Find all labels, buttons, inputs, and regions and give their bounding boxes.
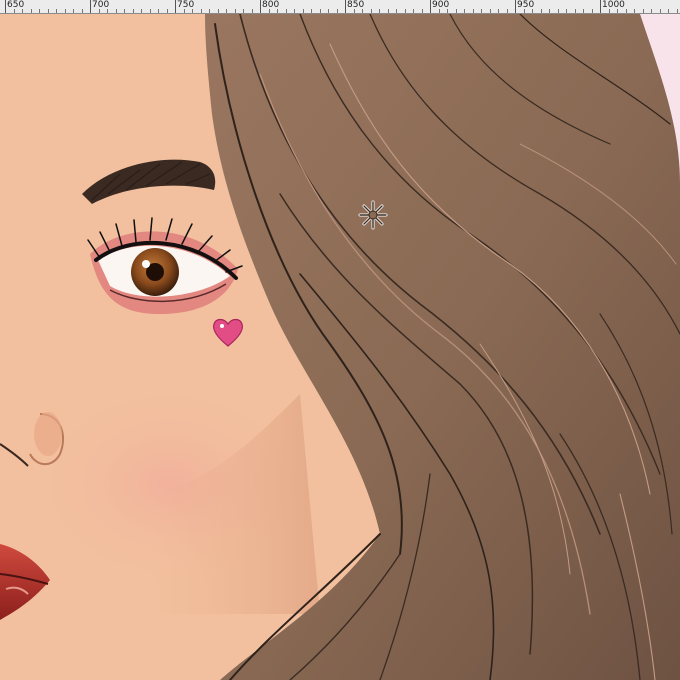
ruler-minor-tick bbox=[107, 9, 108, 13]
eye-highlight bbox=[142, 260, 150, 268]
ruler-minor-tick bbox=[473, 9, 474, 13]
ruler-minor-tick bbox=[31, 9, 32, 13]
ruler-minor-tick bbox=[371, 9, 372, 13]
ruler-minor-tick bbox=[660, 9, 661, 13]
ruler-minor-tick bbox=[354, 9, 355, 13]
ruler-minor-tick bbox=[65, 9, 66, 13]
ruler-minor-tick bbox=[303, 9, 304, 13]
ruler-minor-tick bbox=[14, 9, 15, 13]
ruler-minor-tick bbox=[201, 9, 202, 13]
ruler-label-1000: 1000 bbox=[602, 0, 625, 10]
ruler-minor-tick bbox=[634, 9, 635, 13]
ruler-minor-tick bbox=[388, 9, 389, 13]
canvas-window: 650 700 750 800 850 900 950 1000 bbox=[0, 0, 680, 680]
ruler-minor-tick bbox=[235, 9, 236, 13]
ruler-minor-tick bbox=[566, 9, 567, 13]
ruler-minor-tick bbox=[22, 9, 23, 13]
ruler-minor-tick bbox=[294, 9, 295, 13]
ruler-minor-tick bbox=[141, 9, 142, 13]
ruler-minor-tick bbox=[99, 9, 100, 13]
ruler-minor-tick bbox=[609, 9, 610, 13]
ruler-minor-tick bbox=[583, 9, 584, 13]
ruler-minor-tick bbox=[541, 9, 542, 13]
ruler-minor-tick bbox=[532, 9, 533, 13]
ruler-minor-tick bbox=[167, 9, 168, 13]
gem-highlight bbox=[220, 324, 224, 328]
ruler-minor-tick bbox=[592, 9, 593, 13]
ruler-minor-tick bbox=[226, 9, 227, 13]
ruler-minor-tick bbox=[252, 9, 253, 13]
horizontal-ruler[interactable]: 650 700 750 800 850 900 950 1000 bbox=[0, 0, 680, 14]
ruler-minor-tick bbox=[575, 9, 576, 13]
ruler-minor-tick bbox=[124, 9, 125, 13]
ruler-minor-tick bbox=[464, 9, 465, 13]
ruler-minor-tick bbox=[311, 9, 312, 13]
ruler-minor-tick bbox=[507, 9, 508, 13]
ruler-minor-tick bbox=[328, 9, 329, 13]
ruler-minor-tick bbox=[243, 9, 244, 13]
ruler-minor-tick bbox=[558, 9, 559, 13]
ruler-minor-tick bbox=[133, 9, 134, 13]
ruler-minor-tick bbox=[362, 9, 363, 13]
ruler-minor-tick bbox=[677, 9, 678, 13]
ruler-minor-tick bbox=[413, 9, 414, 13]
ruler-minor-tick bbox=[39, 9, 40, 13]
ruler-minor-tick bbox=[286, 9, 287, 13]
ruler-minor-tick bbox=[184, 9, 185, 13]
ruler-minor-tick bbox=[651, 9, 652, 13]
ruler-minor-tick bbox=[320, 9, 321, 13]
ruler-minor-tick bbox=[643, 9, 644, 13]
ruler-minor-tick bbox=[396, 9, 397, 13]
ruler-minor-tick bbox=[269, 9, 270, 13]
drawing-canvas[interactable] bbox=[0, 14, 680, 680]
ruler-minor-tick bbox=[422, 9, 423, 13]
ruler-minor-tick bbox=[277, 9, 278, 13]
ruler-minor-tick bbox=[116, 9, 117, 13]
ruler-minor-tick bbox=[48, 9, 49, 13]
ruler-minor-tick bbox=[405, 9, 406, 13]
brush-cursor-icon bbox=[358, 200, 388, 230]
ruler-minor-tick bbox=[218, 9, 219, 13]
nose-shading bbox=[34, 412, 62, 456]
ruler-minor-tick bbox=[379, 9, 380, 13]
ruler-minor-tick bbox=[617, 9, 618, 13]
ruler-minor-tick bbox=[56, 9, 57, 13]
artwork bbox=[0, 14, 680, 680]
ruler-minor-tick bbox=[192, 9, 193, 13]
ruler-minor-tick bbox=[481, 9, 482, 13]
ruler-minor-tick bbox=[158, 9, 159, 13]
ruler-minor-tick bbox=[498, 9, 499, 13]
ruler-minor-tick bbox=[524, 9, 525, 13]
ruler-minor-tick bbox=[73, 9, 74, 13]
ruler-minor-tick bbox=[490, 9, 491, 13]
ruler-minor-tick bbox=[456, 9, 457, 13]
ruler-minor-tick bbox=[668, 9, 669, 13]
ruler-minor-tick bbox=[209, 9, 210, 13]
ruler-minor-tick bbox=[150, 9, 151, 13]
ruler-minor-tick bbox=[439, 9, 440, 13]
ruler-minor-tick bbox=[549, 9, 550, 13]
ruler-minor-tick bbox=[447, 9, 448, 13]
ruler-minor-tick bbox=[82, 9, 83, 13]
ruler-minor-tick bbox=[626, 9, 627, 13]
ruler-minor-tick bbox=[337, 9, 338, 13]
